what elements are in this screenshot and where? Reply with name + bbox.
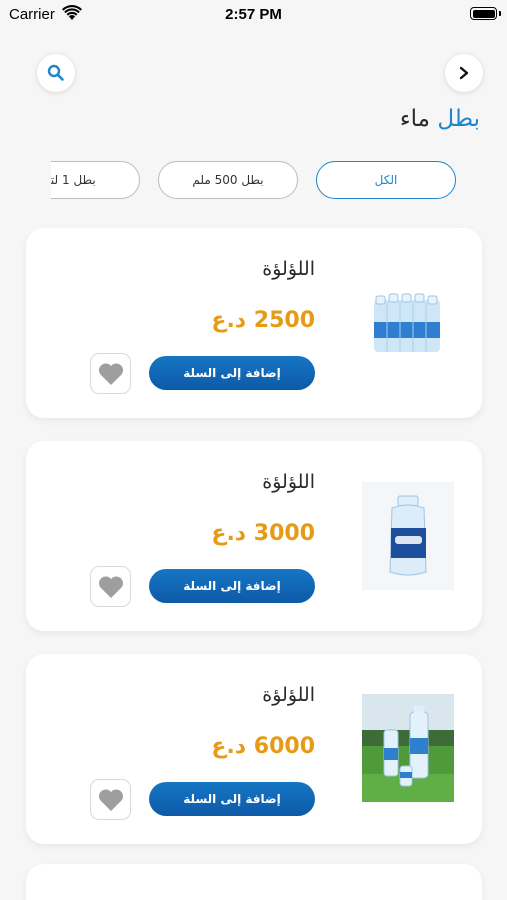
favorite-button[interactable] xyxy=(90,779,131,820)
product-card-partial[interactable] xyxy=(26,864,482,900)
filter-chip-500ml[interactable]: بطل 500 ملم xyxy=(158,161,298,199)
battery-tip xyxy=(499,11,501,16)
product-card[interactable]: اللؤلؤة 3000 د.ع إضافة إلى السلة xyxy=(26,441,482,631)
product-card[interactable]: اللؤلؤة 6000 د.ع إضافة إلى السلة xyxy=(26,654,482,844)
product-name: اللؤلؤة xyxy=(262,258,315,280)
water-bottle-pack-image xyxy=(362,278,454,370)
product-price: 6000 د.ع xyxy=(211,734,315,759)
water-bottle-single-image xyxy=(362,482,454,590)
heart-icon xyxy=(98,575,123,598)
chevron-right-icon xyxy=(459,66,469,80)
product-name: اللؤلؤة xyxy=(262,471,315,493)
favorite-button[interactable] xyxy=(90,353,131,394)
water-bottles-on-grass-image xyxy=(362,694,454,802)
product-price: 2500 د.ع xyxy=(211,308,315,333)
back-button[interactable] xyxy=(445,54,483,92)
add-to-cart-button[interactable]: إضافة إلى السلة xyxy=(149,569,315,603)
status-bar: Carrier 2:57 PM xyxy=(0,0,507,30)
heart-icon xyxy=(98,362,123,385)
filter-chip-all[interactable]: الكل xyxy=(316,161,456,199)
clock: 2:57 PM xyxy=(225,6,282,23)
add-to-cart-button[interactable]: إضافة إلى السلة xyxy=(149,356,315,390)
heart-icon xyxy=(98,788,123,811)
battery-icon xyxy=(470,7,497,20)
filter-chips: الكل بطل 500 ملم بطل 1 لتر xyxy=(51,160,458,202)
product-name: اللؤلؤة xyxy=(262,684,315,706)
filter-chip-1l[interactable]: بطل 1 لتر xyxy=(51,161,140,199)
product-card[interactable]: اللؤلؤة 2500 د.ع إضافة إلى السلة xyxy=(26,228,482,418)
search-icon xyxy=(47,64,64,81)
title-rest: ماء xyxy=(399,106,438,132)
favorite-button[interactable] xyxy=(90,566,131,607)
title-accent: بطل xyxy=(437,106,480,132)
page-title: بطل ماء xyxy=(400,106,480,132)
add-to-cart-button[interactable]: إضافة إلى السلة xyxy=(149,782,315,816)
search-button[interactable] xyxy=(37,54,75,92)
product-price: 3000 د.ع xyxy=(211,521,315,546)
